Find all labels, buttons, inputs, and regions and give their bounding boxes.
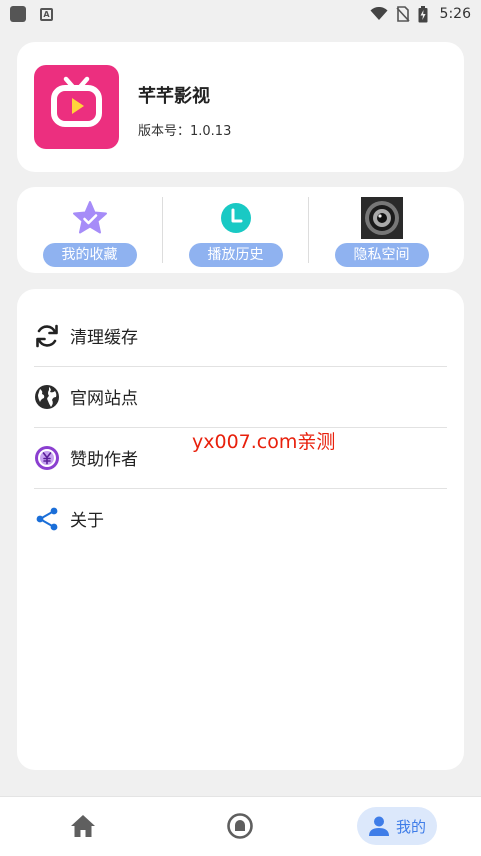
menu-label: 官网站点 xyxy=(70,389,138,409)
nav-mine[interactable]: 我的 xyxy=(357,807,437,845)
nav-discover[interactable] xyxy=(220,807,260,845)
menu-item-clear-cache[interactable]: 清理缓存 xyxy=(34,305,447,366)
lens-icon xyxy=(360,197,403,239)
home-icon xyxy=(71,815,95,837)
battery-icon xyxy=(418,5,428,22)
menu-item-official-site[interactable]: 官网站点 xyxy=(34,366,447,427)
favorites-action[interactable]: 我的收藏 xyxy=(17,187,162,273)
app-name: 芊芊影视 xyxy=(138,86,210,107)
status-time: 5:26 xyxy=(439,6,471,22)
no-sim-icon xyxy=(395,6,410,22)
app-logo-icon xyxy=(34,65,119,149)
settings-menu-card: 清理缓存 官网站点 赞助作者 关于 xyxy=(17,289,464,770)
star-check-icon xyxy=(69,197,111,239)
watermark-text: yx007.com亲测 xyxy=(192,431,336,453)
globe-icon xyxy=(34,384,60,410)
menu-item-about[interactable]: 关于 xyxy=(34,488,447,549)
refresh-icon xyxy=(34,323,60,349)
quick-actions-card: 我的收藏 播放历史 隐私空间 xyxy=(17,187,464,273)
yuan-coin-icon xyxy=(34,445,60,471)
person-icon xyxy=(368,816,389,836)
history-label: 播放历史 xyxy=(188,243,283,267)
menu-label: 赞助作者 xyxy=(70,450,138,470)
menu-label: 清理缓存 xyxy=(70,328,138,348)
notification-a-icon: A xyxy=(40,7,53,21)
favorites-label: 我的收藏 xyxy=(42,243,137,267)
menu-label: 关于 xyxy=(70,511,104,531)
private-space-action[interactable]: 隐私空间 xyxy=(309,187,454,273)
app-version: 版本号：1.0.13 xyxy=(138,124,232,139)
app-info-card: 芊芊影视 版本号：1.0.13 xyxy=(17,42,464,172)
video-circle-icon xyxy=(227,813,253,839)
share-icon xyxy=(34,506,60,532)
clock-icon xyxy=(215,197,257,239)
notification-square-icon xyxy=(10,6,26,22)
bottom-nav: 我的 xyxy=(0,796,481,856)
nav-home[interactable] xyxy=(63,807,103,845)
nav-mine-label: 我的 xyxy=(395,817,426,836)
status-bar: A 5:26 xyxy=(0,0,481,28)
history-action[interactable]: 播放历史 xyxy=(163,187,308,273)
wifi-icon xyxy=(370,7,388,20)
private-space-label: 隐私空间 xyxy=(334,243,429,267)
